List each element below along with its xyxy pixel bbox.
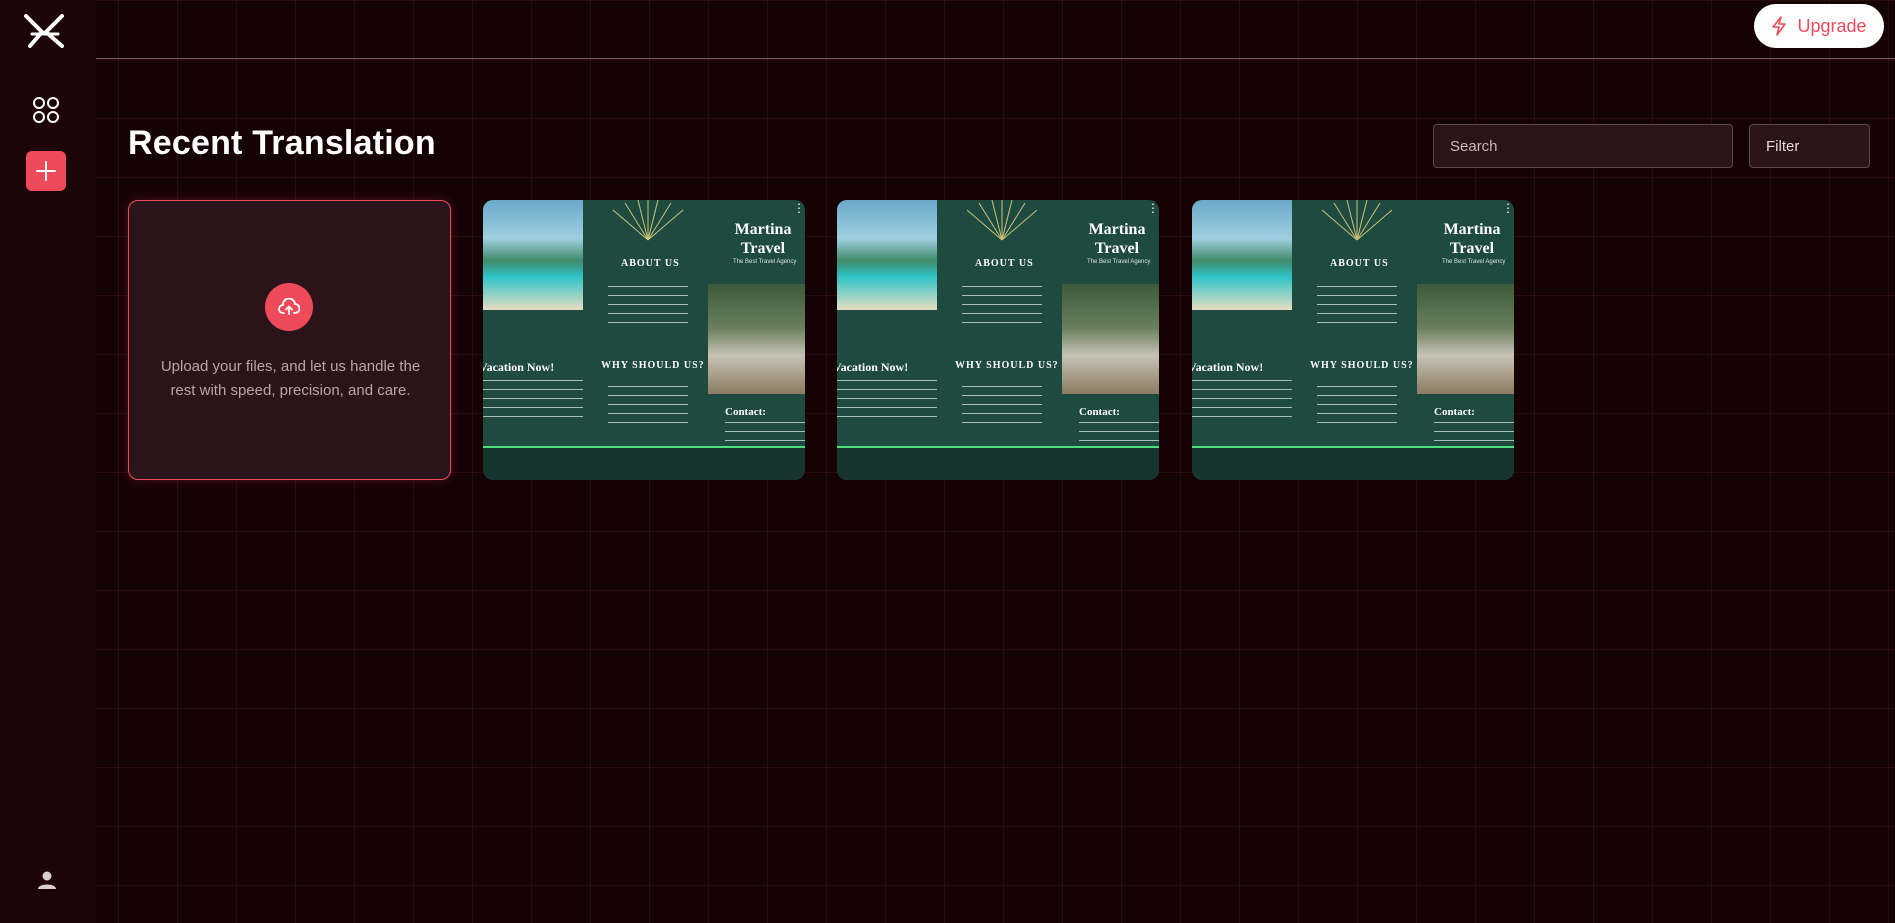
- header-divider: [96, 58, 1895, 59]
- person-image: [1417, 284, 1514, 394]
- brochure-about-heading: ABOUT US: [975, 258, 1034, 269]
- upload-card[interactable]: Upload your files, and let us handle the…: [128, 200, 451, 480]
- document-card[interactable]: Martina Travel The Best Travel Agency ABO…: [1192, 200, 1514, 480]
- upgrade-button[interactable]: Upgrade: [1754, 4, 1884, 48]
- more-menu-icon[interactable]: ⋮: [1502, 202, 1514, 214]
- new-translation-button[interactable]: [26, 151, 66, 191]
- brochure-contact-heading: Contact:: [725, 406, 766, 418]
- beach-image: [1192, 200, 1292, 310]
- more-menu-icon[interactable]: ⋮: [793, 202, 805, 214]
- page-title: Recent Translation: [128, 124, 436, 162]
- user-icon[interactable]: [36, 869, 58, 891]
- lightning-icon: [1772, 16, 1787, 36]
- brochure-about-heading: ABOUT US: [1330, 258, 1389, 269]
- text-block: [1192, 380, 1292, 424]
- search-input[interactable]: [1433, 124, 1733, 168]
- filter-button[interactable]: Filter: [1749, 124, 1870, 168]
- beach-image: [483, 200, 583, 310]
- plus-icon: [36, 161, 56, 181]
- brochure-title: Martina Travel: [1443, 221, 1501, 257]
- brochure-title: Martina Travel: [1088, 221, 1146, 257]
- brochure-title: Martina Travel: [734, 221, 792, 257]
- text-block: [962, 286, 1042, 330]
- brochure-contact-heading: Contact:: [1434, 406, 1475, 418]
- cloud-upload-icon: [265, 283, 313, 331]
- brochure-subtitle: The Best Travel Agency: [1442, 259, 1506, 265]
- brochure-footer: [837, 448, 1159, 480]
- text-block: [725, 422, 805, 442]
- text-block: [1434, 422, 1514, 442]
- brochure-subtitle: The Best Travel Agency: [733, 259, 797, 265]
- text-block: [483, 380, 583, 424]
- text-block: [837, 380, 937, 424]
- brochure-subtitle: The Best Travel Agency: [1087, 259, 1151, 265]
- brochure-footer: [483, 448, 805, 480]
- brochure-vacation-heading: Vacation Now!: [837, 360, 909, 374]
- text-block: [1317, 386, 1397, 430]
- sunburst-decoration: [612, 200, 684, 241]
- text-block: [1079, 422, 1159, 442]
- brochure-why-heading: WHY SHOULD US?: [955, 360, 1059, 371]
- text-block: [608, 286, 688, 330]
- brochure-footer: [1192, 448, 1514, 480]
- beach-image: [837, 200, 937, 310]
- filter-label: Filter: [1766, 137, 1800, 155]
- text-block: [608, 386, 688, 430]
- sunburst-decoration: [966, 200, 1038, 241]
- more-menu-icon[interactable]: ⋮: [1147, 202, 1159, 214]
- upload-instructions: Upload your files, and let us handle the…: [160, 358, 421, 399]
- sunburst-decoration: [1321, 200, 1393, 241]
- sidebar: [0, 0, 96, 923]
- upgrade-label: Upgrade: [1797, 15, 1867, 36]
- person-image: [708, 284, 805, 394]
- document-card[interactable]: Martina Travel The Best Travel Agency ABO…: [483, 200, 805, 480]
- brochure-why-heading: WHY SHOULD US?: [1310, 360, 1414, 371]
- text-block: [962, 386, 1042, 430]
- brochure-vacation-heading: Vacation Now!: [1192, 360, 1264, 374]
- x-logo-icon[interactable]: [22, 12, 68, 52]
- brochure-about-heading: ABOUT US: [621, 258, 680, 269]
- grid-icon[interactable]: [32, 96, 60, 124]
- brochure-contact-heading: Contact:: [1079, 406, 1120, 418]
- person-image: [1062, 284, 1159, 394]
- brochure-vacation-heading: Vacation Now!: [483, 360, 555, 374]
- document-card[interactable]: Martina Travel The Best Travel Agency ABO…: [837, 200, 1159, 480]
- brochure-why-heading: WHY SHOULD US?: [601, 360, 705, 371]
- text-block: [1317, 286, 1397, 330]
